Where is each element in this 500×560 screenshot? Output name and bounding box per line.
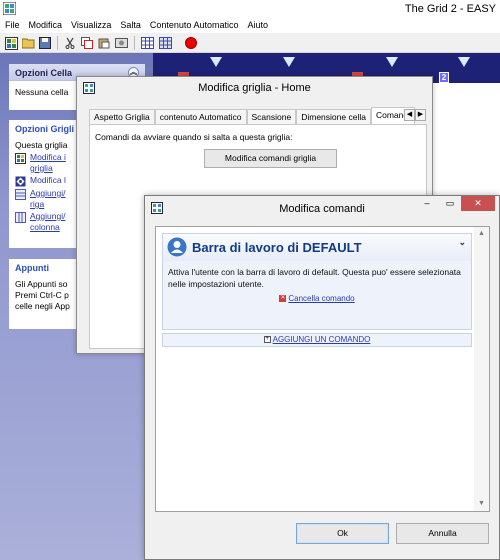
delete-command[interactable]: ✕ Cancella comando — [163, 294, 471, 303]
tab-strip: Aspetto Griglia contenuto Automatico Sca… — [89, 107, 426, 124]
paste-icon[interactable] — [97, 36, 111, 50]
app-grid-icon — [3, 2, 16, 15]
add-row-icon — [15, 189, 26, 200]
grid-options-title: Opzioni Grigli — [15, 124, 74, 134]
tab-contenuto-automatico[interactable]: contenuto Automatico — [154, 109, 247, 124]
add-command-link[interactable]: AGGIUNGI UN COMANDO — [273, 335, 371, 344]
cancel-button[interactable]: Annulla — [396, 523, 489, 544]
cell-options-title: Opzioni Cella — [15, 68, 73, 78]
edit-commands-dialog: Modifica comandi – ▭ ✕ Barra di lavoro d… — [144, 195, 500, 560]
command-card-header: Barra di lavoro di DEFAULT ⌄ — [163, 234, 471, 261]
menu-aiuto[interactable]: Aiuto — [242, 18, 272, 31]
add-column-link[interactable]: Aggiungi/ colonna — [30, 211, 70, 233]
close-icon[interactable]: ✕ — [461, 196, 495, 211]
edit-grid-dialog-title: Modifica griglia - Home — [198, 82, 311, 94]
edit-grid-link[interactable]: Modifica i griglia — [30, 152, 68, 174]
delete-command-link[interactable]: Cancella comando — [288, 294, 354, 303]
open-icon[interactable] — [21, 36, 35, 50]
scroll-up-icon[interactable]: ▲ — [474, 227, 489, 241]
plus-icon: + — [263, 336, 271, 344]
grid-view-icon[interactable] — [140, 36, 154, 50]
delete-icon: ✕ — [279, 295, 287, 303]
user-icon — [167, 237, 187, 257]
toolbar — [0, 33, 500, 53]
edit-other-label[interactable]: Modifica l — [30, 175, 66, 186]
edit-grid-dialog-titlebar: Modifica griglia - Home — [77, 77, 432, 99]
toolbar-separator — [57, 36, 58, 50]
tab-right-arrow-icon[interactable]: ▶ — [415, 109, 426, 121]
vertical-scrollbar[interactable]: ▲ ▼ — [474, 227, 489, 511]
save-icon[interactable] — [38, 36, 52, 50]
triangle-marker-icon — [210, 57, 222, 67]
triangle-marker-icon — [386, 57, 398, 67]
clipboard-title: Appunti — [15, 263, 49, 273]
screenshot-icon[interactable] — [114, 36, 128, 50]
collapse-chevron-icon[interactable]: ⌄ — [458, 237, 466, 248]
command-description: Attiva l'utente con la barra di lavoro d… — [168, 267, 461, 289]
tab-scansione[interactable]: Scansione — [246, 109, 297, 124]
record-icon[interactable] — [184, 36, 198, 50]
maximize-icon[interactable]: ▭ — [439, 196, 461, 211]
tab-scroll-arrows: ◀ ▶ — [404, 109, 426, 121]
grid-background — [424, 83, 500, 196]
edit-grid-commands-button[interactable]: Modifica comandi griglia — [204, 149, 337, 168]
main-titlebar: The Grid 2 - EASY — [0, 0, 500, 18]
commands-label: Comandi da avviare quando si salta a que… — [95, 132, 293, 142]
grid-number-badge: 2 — [439, 72, 449, 83]
app-title: The Grid 2 - EASY — [404, 3, 496, 15]
tab-aspetto-griglia[interactable]: Aspetto Griglia — [89, 109, 155, 124]
edit-diamond-icon — [15, 176, 26, 187]
menu-bar: File Modifica Visualizza Salta Contenuto Aut… — [0, 18, 500, 33]
cut-icon[interactable] — [63, 36, 77, 50]
menu-file[interactable]: File — [0, 18, 24, 31]
ok-button[interactable]: Ok — [296, 523, 389, 544]
command-card-title: Barra di lavoro di DEFAULT — [192, 240, 362, 255]
minimize-icon[interactable]: – — [416, 196, 438, 211]
add-column-icon — [15, 212, 26, 223]
triangle-marker-icon — [458, 57, 470, 67]
cell-options-text: Nessuna cella — [15, 87, 69, 97]
grid-edit-icon[interactable] — [158, 36, 172, 50]
scroll-down-icon[interactable]: ▼ — [474, 497, 489, 511]
tab-left-arrow-icon[interactable]: ◀ — [404, 109, 415, 121]
new-icon[interactable] — [4, 36, 18, 50]
menu-visualizza[interactable]: Visualizza — [66, 18, 115, 31]
toolbar-separator — [134, 36, 135, 50]
copy-icon[interactable] — [80, 36, 94, 50]
triangle-marker-icon — [283, 57, 295, 67]
menu-salta[interactable]: Salta — [115, 18, 145, 31]
commands-list-area: Barra di lavoro di DEFAULT ⌄ Attiva l'ut… — [155, 226, 490, 512]
add-row-link[interactable]: Aggiungi/ riga — [30, 188, 65, 210]
menu-contenuto-automatico[interactable]: Contenuto Automatico — [145, 18, 243, 31]
edit-grid-icon — [15, 153, 26, 164]
menu-modifica[interactable]: Modifica — [24, 18, 67, 31]
tab-dimensione-cella[interactable]: Dimensione cella — [296, 109, 371, 124]
add-command[interactable]: + AGGIUNGI UN COMANDO — [162, 333, 472, 347]
edit-commands-titlebar: Modifica comandi – ▭ ✕ — [145, 196, 499, 220]
command-card[interactable]: Barra di lavoro di DEFAULT ⌄ Attiva l'ut… — [162, 233, 472, 330]
